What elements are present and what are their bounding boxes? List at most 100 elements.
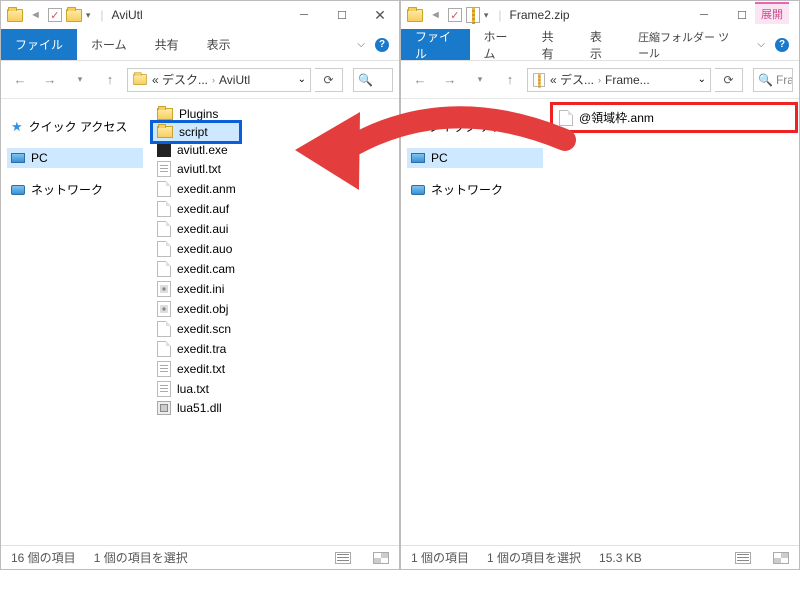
ribbon-expand-icon[interactable]: ⌵ — [357, 39, 365, 50]
nav-back-button[interactable]: ← — [407, 67, 433, 93]
generic-file-icon — [157, 201, 171, 217]
file-name: lua.txt — [177, 382, 209, 396]
window-controls: ─ ☐ ✕ — [285, 1, 399, 29]
ribbon-tab-share[interactable]: 共有 — [141, 29, 193, 60]
search-box[interactable]: 🔍 — [353, 68, 393, 92]
file-list[interactable]: Pluginsscriptaviutl.exeaviutl.txtexedit.… — [149, 99, 399, 545]
qat-customize-icon[interactable]: ▾ — [484, 10, 489, 21]
qat-zip-icon[interactable] — [466, 7, 480, 23]
nav-label: PC — [31, 151, 48, 165]
address-dropdown-icon[interactable]: ⌄ — [698, 74, 706, 85]
breadcrumb-current[interactable]: Frame... — [605, 73, 650, 87]
ribbon-tab-view[interactable]: 表示 — [576, 29, 624, 60]
refresh-button[interactable]: ⟳ — [315, 68, 343, 92]
contextual-tab-label: 展開 — [761, 6, 783, 22]
title-separator: | — [100, 8, 103, 22]
qat-sep: ◄ — [430, 9, 441, 21]
address-dropdown-icon[interactable]: ⌄ — [298, 74, 306, 85]
ribbon-tab-view[interactable]: 表示 — [193, 29, 245, 60]
file-item[interactable]: aviutl.exe — [153, 141, 395, 159]
exe-icon — [157, 143, 171, 157]
file-item[interactable]: exedit.txt — [153, 359, 395, 379]
file-item[interactable]: Plugins — [153, 105, 395, 123]
file-name: exedit.tra — [177, 342, 226, 356]
qat-customize-icon[interactable]: ▾ — [86, 10, 91, 21]
file-item[interactable]: exedit.anm — [153, 179, 395, 199]
ribbon-tab-home[interactable]: ホーム — [470, 29, 528, 60]
search-icon: 🔍 — [758, 73, 773, 87]
nav-quick-access[interactable]: ★ クイック アクセス — [7, 115, 143, 138]
file-item[interactable]: exedit.cam — [153, 259, 395, 279]
file-item[interactable]: lua51.dll — [153, 399, 395, 417]
minimize-button[interactable]: ─ — [285, 1, 323, 29]
close-button[interactable]: ✕ — [361, 1, 399, 29]
view-details-icon[interactable] — [335, 552, 351, 564]
refresh-button[interactable]: ⟳ — [715, 68, 743, 92]
search-box[interactable]: 🔍 Fra — [753, 68, 793, 92]
ribbon-tab-home[interactable]: ホーム — [77, 29, 141, 60]
ribbon-tab-share[interactable]: 共有 — [528, 29, 576, 60]
text-file-icon — [157, 381, 171, 397]
nav-up-button[interactable]: ↑ — [497, 67, 523, 93]
nav-network[interactable]: ネットワーク — [7, 178, 143, 201]
search-icon: 🔍 — [358, 73, 373, 87]
titlebar[interactable]: ◄ ✓ ▾ | AviUtl ─ ☐ ✕ — [1, 1, 399, 29]
breadcrumb-prefix[interactable]: « デス... — [550, 71, 594, 88]
file-item[interactable]: @領域枠.anm — [553, 105, 795, 130]
status-item-count: 16 個の項目 — [11, 549, 76, 566]
maximize-button[interactable]: ☐ — [323, 1, 361, 29]
breadcrumb-sep-icon[interactable]: › — [598, 75, 601, 85]
file-item[interactable]: exedit.tra — [153, 339, 395, 359]
view-large-icon[interactable] — [373, 552, 389, 564]
view-large-icon[interactable] — [773, 552, 789, 564]
help-icon[interactable]: ? — [375, 38, 389, 52]
breadcrumb-current[interactable]: AviUtl — [219, 73, 250, 87]
ribbon-tab-file[interactable]: ファイル — [1, 29, 77, 60]
file-item[interactable]: aviutl.txt — [153, 159, 395, 179]
status-item-count: 1 個の項目 — [411, 549, 469, 566]
minimize-button[interactable]: ─ — [685, 1, 723, 29]
address-bar[interactable]: « デス... › Frame... ⌄ — [527, 68, 711, 92]
file-name: aviutl.exe — [177, 143, 228, 157]
qat-properties-icon[interactable]: ✓ — [448, 8, 462, 22]
ribbon-tab-file[interactable]: ファイル — [401, 29, 470, 60]
file-item[interactable]: exedit.ini — [153, 279, 395, 299]
address-bar-row: ← → ▾ ↑ « デス... › Frame... ⌄ ⟳ 🔍 Fra — [401, 61, 799, 99]
file-name: exedit.scn — [177, 322, 231, 336]
nav-up-button[interactable]: ↑ — [97, 67, 123, 93]
breadcrumb-prefix[interactable]: « デスク... — [152, 71, 208, 88]
quick-access-toolbar: ◄ ✓ ▾ — [401, 7, 494, 23]
qat-newfolder-icon[interactable] — [66, 9, 82, 22]
file-name: exedit.auf — [177, 202, 229, 216]
help-icon[interactable]: ? — [775, 38, 789, 52]
nav-quick-access[interactable]: ★ クイック アクセス — [407, 115, 543, 138]
star-icon: ★ — [411, 119, 423, 135]
qat-properties-icon[interactable]: ✓ — [48, 8, 62, 22]
file-list[interactable]: @領域枠.anm — [549, 99, 799, 545]
address-bar[interactable]: « デスク... › AviUtl ⌄ — [127, 68, 311, 92]
file-item[interactable]: exedit.aui — [153, 219, 395, 239]
nav-history-button[interactable]: ▾ — [467, 67, 493, 93]
ribbon: ファイル ホーム 共有 表示 圧縮フォルダー ツール ⌵ ? — [401, 29, 799, 61]
file-item[interactable]: script — [153, 123, 239, 141]
nav-pc[interactable]: PC — [7, 148, 143, 168]
ribbon-tab-context[interactable]: 圧縮フォルダー ツール — [624, 29, 747, 60]
breadcrumb-sep-icon[interactable]: › — [212, 75, 215, 85]
nav-history-button[interactable]: ▾ — [67, 67, 93, 93]
nav-back-button[interactable]: ← — [7, 67, 33, 93]
ribbon-expand-icon[interactable]: ⌵ — [757, 39, 765, 50]
generic-file-icon — [157, 261, 171, 277]
file-item[interactable]: exedit.auf — [153, 199, 395, 219]
view-details-icon[interactable] — [735, 552, 751, 564]
address-zip-icon — [533, 73, 545, 87]
titlebar[interactable]: ◄ ✓ ▾ | Frame2.zip 展開 ─ ☐ ✕ — [401, 1, 799, 29]
client-area: ★ クイック アクセス PC ネットワーク Pluginsscript aviut… — [1, 99, 399, 545]
file-item[interactable]: lua.txt — [153, 379, 395, 399]
file-item[interactable]: exedit.auo — [153, 239, 395, 259]
nav-pc[interactable]: PC — [407, 148, 543, 168]
nav-network[interactable]: ネットワーク — [407, 178, 543, 201]
file-item[interactable]: exedit.obj — [153, 299, 395, 319]
file-item[interactable]: exedit.scn — [153, 319, 395, 339]
file-name: exedit.ini — [177, 282, 224, 296]
dll-file-icon — [157, 401, 171, 415]
